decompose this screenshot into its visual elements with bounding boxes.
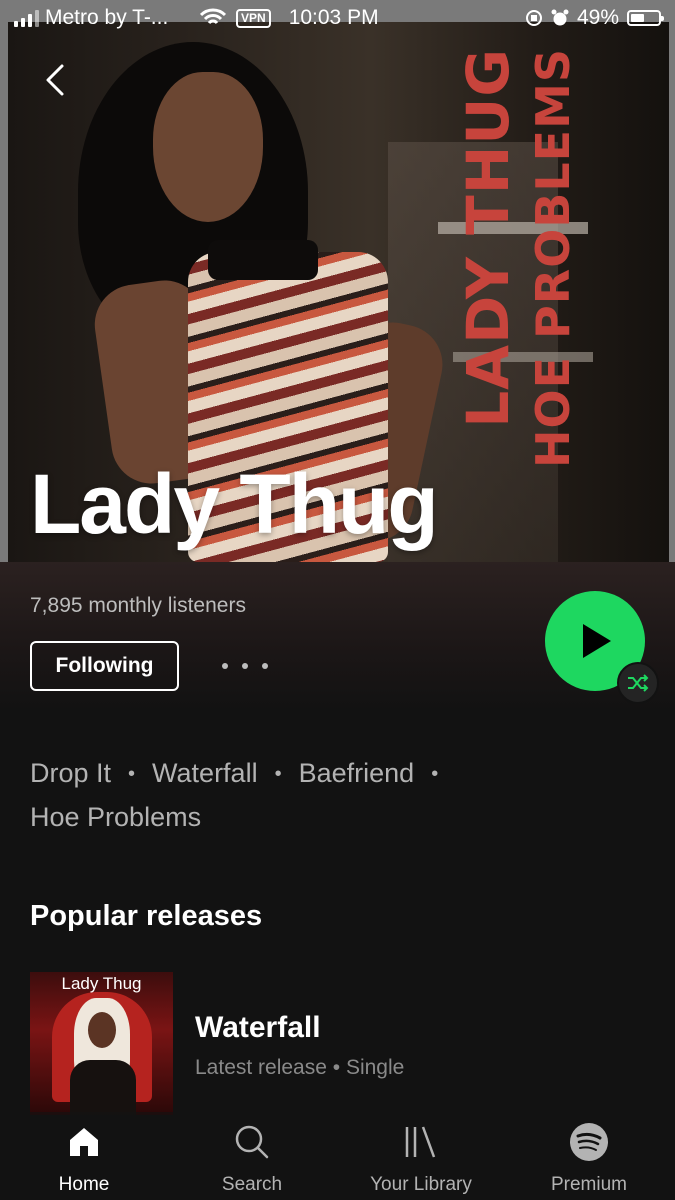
carrier-name: Metro by T-...: [45, 6, 169, 29]
release-item[interactable]: Lady Thug Waterfall Latest release • Sin…: [30, 972, 650, 1117]
album-art-line-1: LADY THUG: [454, 48, 522, 428]
track-link[interactable]: Baefriend: [299, 758, 415, 788]
release-subtitle: Latest release • Single: [195, 1056, 405, 1079]
vpn-badge: VPN: [236, 8, 271, 28]
nav-premium[interactable]: Premium: [505, 1112, 673, 1200]
status-bar: Metro by T-... VPN 10:03 PM 49%: [0, 0, 675, 36]
nav-home[interactable]: Home: [0, 1112, 168, 1200]
cellular-signal-icon: [14, 9, 39, 27]
popular-tracks: Drop It • Waterfall • Baefriend • Hoe Problems: [30, 758, 439, 833]
artist-info: 7,895 monthly listeners Following: [0, 562, 675, 712]
alarm-icon: [551, 9, 569, 26]
dot-icon: [242, 663, 248, 669]
shuffle-icon: [628, 674, 649, 692]
bottom-nav: Home Search Your Library Premium: [0, 1112, 675, 1200]
library-icon: [405, 1126, 436, 1158]
section-title: Popular releases: [30, 900, 263, 932]
dot-icon: [262, 663, 268, 669]
shuffle-button[interactable]: [617, 662, 659, 704]
play-icon: [583, 624, 611, 658]
orientation-lock-icon: [525, 10, 542, 26]
nav-label: Premium: [550, 1174, 627, 1195]
nav-label: Your Library: [370, 1174, 472, 1195]
track-link[interactable]: Waterfall: [152, 758, 258, 788]
artist-header-image: LADY THUG HOE PROBLEMS Lady Thug: [0, 0, 675, 562]
track-link[interactable]: Hoe Problems: [30, 802, 201, 832]
wifi-icon: [200, 8, 226, 25]
spotify-icon: [570, 1123, 608, 1161]
cover-text: Lady Thug: [61, 974, 142, 993]
artist-name: Lady Thug: [30, 457, 439, 551]
dot-icon: [222, 663, 228, 669]
nav-label: Home: [58, 1174, 110, 1195]
home-icon: [70, 1128, 98, 1156]
clock: 10:03 PM: [288, 6, 379, 29]
search-icon: [235, 1125, 269, 1159]
more-options-button[interactable]: [222, 654, 268, 678]
chevron-left-icon: [46, 64, 64, 96]
following-button[interactable]: Following: [30, 641, 179, 691]
release-title: Waterfall: [195, 1011, 321, 1044]
album-art-line-2: HOE PROBLEMS: [526, 48, 580, 468]
nav-search[interactable]: Search: [168, 1112, 336, 1200]
nav-label: Search: [221, 1174, 283, 1195]
monthly-listeners: 7,895 monthly listeners: [30, 594, 246, 617]
release-cover: Lady Thug: [30, 972, 173, 1115]
artist-page: LADY THUG HOE PROBLEMS Lady Thug Metro b…: [0, 0, 675, 1200]
back-button[interactable]: [38, 60, 74, 100]
battery-percent: 49%: [576, 6, 619, 29]
track-link[interactable]: Drop It: [30, 758, 111, 788]
album-art-title: LADY THUG HOE PROBLEMS: [448, 48, 588, 562]
nav-library[interactable]: Your Library: [337, 1112, 505, 1200]
battery-icon: [627, 10, 664, 26]
